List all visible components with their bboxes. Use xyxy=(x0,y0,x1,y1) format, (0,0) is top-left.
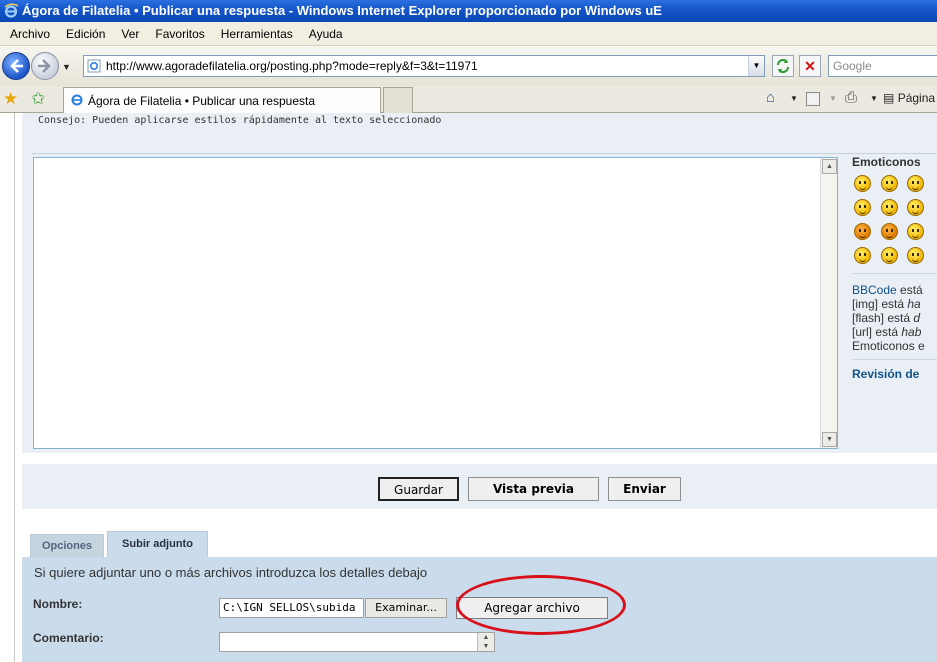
feeds-icon[interactable] xyxy=(806,92,820,106)
sidebar-divider xyxy=(852,273,937,274)
forward-button[interactable] xyxy=(31,52,59,80)
stop-button[interactable]: ✕ xyxy=(799,55,821,77)
url-dropdown-icon[interactable]: ▼ xyxy=(748,56,764,76)
add-favorites-icon[interactable]: ✩ xyxy=(31,89,45,109)
page-content: Consejo: Pueden aplicarse estilos rápida… xyxy=(0,113,937,662)
attachment-help-text: Si quiere adjuntar uno o más archivos in… xyxy=(34,565,428,580)
worried-icon[interactable] xyxy=(907,199,924,216)
feeds-dropdown-icon[interactable]: ▼ xyxy=(829,94,837,103)
arrow-icon[interactable] xyxy=(881,247,898,264)
grin-icon[interactable] xyxy=(881,175,898,192)
menu-bar: Archivo Edición Ver Favoritos Herramient… xyxy=(0,22,937,46)
emoticons-sidebar: Emoticonos BBCode está [img] está ha [fl… xyxy=(852,155,937,381)
home-icon[interactable]: ⌂ xyxy=(766,89,775,106)
cool-icon[interactable] xyxy=(854,199,871,216)
preview-button[interactable]: Vista previa xyxy=(468,477,599,501)
page-ie-icon xyxy=(87,59,101,73)
add-file-button[interactable]: Agregar archivo xyxy=(456,597,608,619)
url-status-text: [url] está xyxy=(852,325,902,339)
bbcode-link[interactable]: BBCode xyxy=(852,283,897,297)
message-textarea[interactable]: ▲ ▼ xyxy=(33,157,838,449)
menu-herramientas[interactable]: Herramientas xyxy=(213,27,301,41)
formatting-tip: Consejo: Pueden aplicarse estilos rápida… xyxy=(38,115,442,126)
idea-icon[interactable] xyxy=(854,247,871,264)
bbcode-status-text: está xyxy=(896,283,923,297)
browse-button[interactable]: Examinar... xyxy=(365,598,447,618)
refresh-button[interactable] xyxy=(772,55,794,77)
home-dropdown-icon[interactable]: ▼ xyxy=(790,94,798,103)
back-arrow-icon xyxy=(10,59,23,73)
textarea-scrollbar[interactable]: ▲ ▼ xyxy=(820,158,837,448)
address-bar-area: ▼ http://www.agoradefilatelia.org/postin… xyxy=(0,46,937,86)
smile-icon[interactable] xyxy=(854,175,871,192)
emoticons-status-text: Emoticonos e xyxy=(852,339,925,353)
attachment-panel: Si quiere adjuntar uno o más archivos in… xyxy=(22,557,937,662)
rolleyes-icon[interactable] xyxy=(907,223,924,240)
print-dropdown-icon[interactable]: ▼ xyxy=(870,94,878,103)
tab-options[interactable]: Opciones xyxy=(30,534,104,558)
submit-button[interactable]: Enviar xyxy=(608,477,681,501)
flash-status-value: d xyxy=(913,311,921,325)
new-tab-button[interactable] xyxy=(383,87,413,113)
menu-edicion[interactable]: Edición xyxy=(58,27,113,41)
tab-upload-attachment[interactable]: Subir adjunto xyxy=(107,531,208,558)
menu-ver[interactable]: Ver xyxy=(113,27,147,41)
menu-ayuda[interactable]: Ayuda xyxy=(301,27,351,41)
twisted-icon[interactable] xyxy=(881,223,898,240)
img-status-value: ha xyxy=(907,297,921,311)
window-title-bar[interactable]: Ágora de Filatelia • Publicar una respue… xyxy=(0,0,937,22)
img-status-text: [img] está xyxy=(852,297,908,311)
comment-textarea[interactable]: ▲ ▼ xyxy=(219,632,495,652)
tab-bar: ★ ✩ Ágora de Filatelia • Publicar una re… xyxy=(0,86,937,113)
emoticons-title: Emoticonos xyxy=(852,155,921,169)
save-button[interactable]: Guardar xyxy=(378,477,459,501)
revision-heading[interactable]: Revisión de xyxy=(852,367,919,381)
left-margin xyxy=(0,113,20,662)
page-menu-label: Página xyxy=(897,91,936,105)
browser-tab[interactable]: Ágora de Filatelia • Publicar una respue… xyxy=(63,87,381,113)
print-icon[interactable]: ⎙ xyxy=(845,89,857,106)
comment-scroll-icon[interactable]: ▲ ▼ xyxy=(477,633,494,651)
flash-status-text: [flash] está xyxy=(852,311,914,325)
tab-title: Ágora de Filatelia • Publicar una respue… xyxy=(88,94,315,108)
favorites-star-icon[interactable]: ★ xyxy=(3,89,18,109)
laugh-icon[interactable] xyxy=(881,199,898,216)
menu-archivo[interactable]: Archivo xyxy=(2,27,58,41)
scroll-up-icon[interactable]: ▲ xyxy=(822,159,837,174)
back-button[interactable] xyxy=(2,52,30,80)
forward-arrow-icon xyxy=(38,59,51,73)
sad-icon[interactable] xyxy=(907,175,924,192)
history-dropdown-icon[interactable]: ▼ xyxy=(62,62,71,72)
internet-explorer-icon xyxy=(4,3,19,18)
comment-label: Comentario: xyxy=(33,631,104,645)
tab-ie-icon xyxy=(71,94,83,106)
url-status-value: hab xyxy=(901,325,922,339)
refresh-icon xyxy=(777,59,789,73)
file-name-label: Nombre: xyxy=(33,597,83,611)
page-icon: ▤ xyxy=(883,91,895,105)
url-field[interactable]: http://www.agoradefilatelia.org/posting.… xyxy=(83,55,765,77)
file-path-input[interactable]: C:\IGN SELLOS\subida xyxy=(219,598,364,618)
sidebar-divider-2 xyxy=(852,359,937,360)
evil-icon[interactable] xyxy=(854,223,871,240)
bbcode-status: BBCode está [img] está ha [flash] está d… xyxy=(852,283,925,353)
scroll-down-icon[interactable]: ▼ xyxy=(822,432,837,447)
url-text: http://www.agoradefilatelia.org/posting.… xyxy=(106,59,478,73)
search-input[interactable]: Google xyxy=(828,55,937,77)
submit-buttons-panel: Guardar Vista previa Enviar xyxy=(22,463,937,509)
page-menu[interactable]: ▤ Página xyxy=(883,91,935,105)
neutral-icon[interactable] xyxy=(907,247,924,264)
menu-favoritos[interactable]: Favoritos xyxy=(147,27,212,41)
tip-divider xyxy=(32,153,937,154)
window-title: Ágora de Filatelia • Publicar una respue… xyxy=(22,3,662,18)
stop-icon: ✕ xyxy=(804,58,816,74)
